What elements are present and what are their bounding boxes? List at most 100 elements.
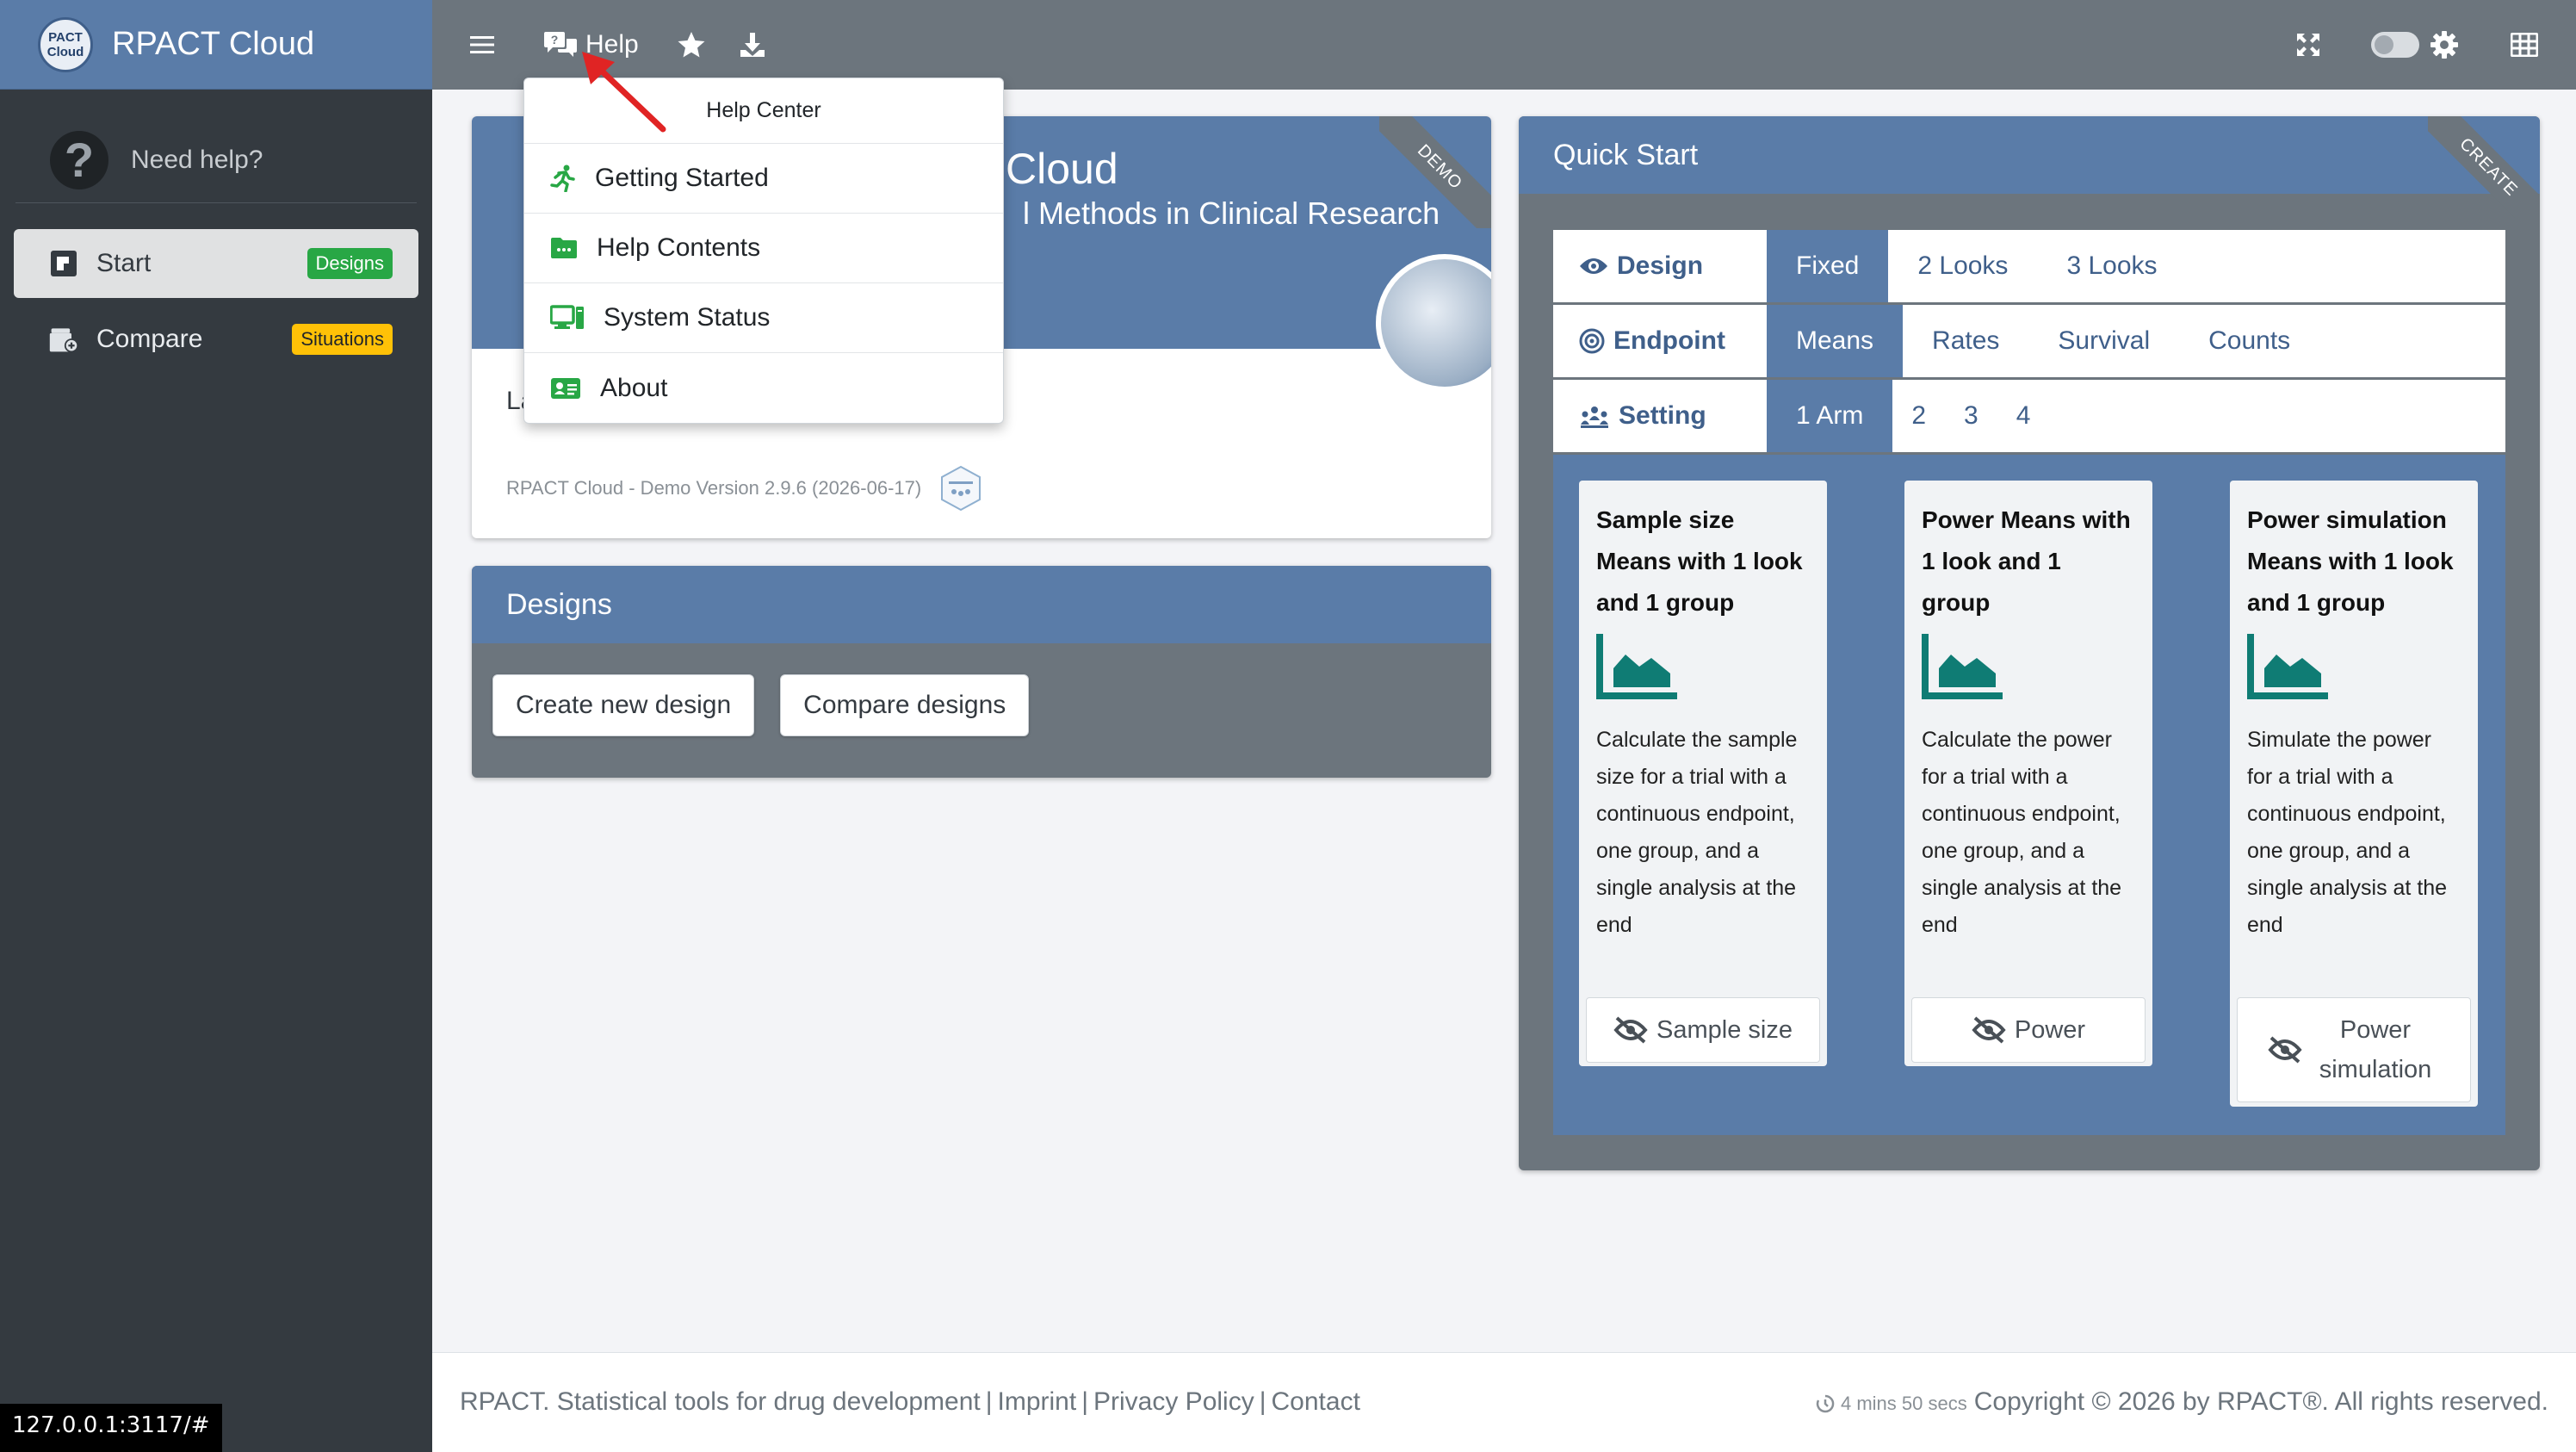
rpact-hex-logo xyxy=(941,465,981,512)
hamburger-menu-button[interactable] xyxy=(470,34,494,55)
sample-size-button[interactable]: Sample size xyxy=(1586,997,1820,1063)
timer-text: 4 mins 50 secs xyxy=(1841,1393,1967,1414)
privacy-policy-link[interactable]: Privacy Policy xyxy=(1093,1387,1254,1416)
eye-slash-icon xyxy=(1972,1016,2006,1044)
design-row-label: Design xyxy=(1553,251,1767,281)
menu-item-help-contents[interactable]: Help Contents xyxy=(524,214,1003,283)
red-arrow-annotation xyxy=(582,52,666,133)
tab-setting-4[interactable]: 4 xyxy=(1997,380,2050,452)
menu-item-system-status[interactable]: System Status xyxy=(524,283,1003,353)
footer: RPACT. Statistical tools for drug develo… xyxy=(432,1352,2576,1452)
quick-card-title: Sample size Means with 1 look and 1 grou… xyxy=(1596,506,1803,616)
create-ribbon: CREATE xyxy=(2428,116,2540,228)
favorites-button[interactable] xyxy=(677,31,706,59)
eye-icon xyxy=(1580,258,1607,274)
session-timer: 4 mins 50 secs xyxy=(1815,1393,1967,1415)
menu-item-getting-started[interactable]: Getting Started xyxy=(524,144,1003,214)
designs-title: Designs xyxy=(472,566,1491,643)
welcome-title: Cloud xyxy=(1006,145,1118,193)
setting-label: Setting xyxy=(1619,401,1706,430)
browser-status-url: 127.0.0.1:3117/# xyxy=(0,1404,222,1452)
toggle-knob xyxy=(2375,35,2393,54)
start-icon xyxy=(51,251,77,276)
svg-text:?: ? xyxy=(551,33,559,47)
gear-icon xyxy=(2430,31,2458,59)
download-button[interactable] xyxy=(739,31,766,59)
question-mark-icon: ? xyxy=(50,130,108,189)
demo-ribbon: DEMO xyxy=(1379,116,1491,228)
table-icon xyxy=(2511,33,2538,57)
power-button[interactable]: Power xyxy=(1911,997,2146,1063)
power-simulation-button[interactable]: Power simulation xyxy=(2237,997,2471,1102)
quick-card-description: Simulate the power for a trial with a co… xyxy=(2247,728,2448,937)
demo-ribbon-label: DEMO xyxy=(1379,116,1491,228)
quick-card-title: Power simulation Means with 1 look and 1… xyxy=(2247,506,2454,616)
star-icon xyxy=(678,32,705,58)
sidebar-item-compare[interactable]: Compare Situations xyxy=(14,305,418,374)
button-label: Power xyxy=(2014,1016,2086,1044)
id-card-icon xyxy=(551,377,580,399)
menu-item-about[interactable]: About xyxy=(524,353,1003,423)
desktop-icon xyxy=(550,305,584,329)
situations-badge: Situations xyxy=(292,324,393,355)
need-help-panel[interactable]: ? Need help? xyxy=(15,90,417,203)
quick-card-description: Calculate the sample size for a trial wi… xyxy=(1596,728,1798,937)
quick-card-sample-size: Sample size Means with 1 look and 1 grou… xyxy=(1579,481,1827,1066)
quick-start-card: Quick Start CREATE Design Fixed 2 Looks … xyxy=(1519,116,2540,1170)
grid-menu-button[interactable] xyxy=(2511,33,2538,57)
fullscreen-button[interactable] xyxy=(2295,32,2321,58)
version-info: RPACT Cloud - Demo Version 2.9.6 (2026-0… xyxy=(506,464,985,512)
button-label: Sample size xyxy=(1656,1016,1793,1044)
endpoint-row: Endpoint Means Rates Survival Counts xyxy=(1553,305,2505,377)
tab-design-fixed[interactable]: Fixed xyxy=(1767,230,1889,302)
tab-setting-3[interactable]: 3 xyxy=(1945,380,1997,452)
menu-item-label: About xyxy=(600,373,668,402)
quick-card-power-simulation: Power simulation Means with 1 look and 1… xyxy=(2230,481,2478,1107)
footer-links: RPACT. Statistical tools for drug develo… xyxy=(460,1387,1360,1416)
footer-tagline-link[interactable]: RPACT. Statistical tools for drug develo… xyxy=(460,1387,981,1416)
eye-slash-icon xyxy=(2268,1036,2302,1064)
tab-setting-1-arm[interactable]: 1 Arm xyxy=(1767,380,1893,452)
tab-design-2-looks[interactable]: 2 Looks xyxy=(1888,230,2037,302)
compare-designs-button[interactable]: Compare designs xyxy=(780,674,1030,736)
create-ribbon-label: CREATE xyxy=(2428,116,2540,228)
tab-endpoint-rates[interactable]: Rates xyxy=(1903,305,2028,377)
folder-icon xyxy=(551,238,577,258)
people-group-icon xyxy=(1581,406,1608,428)
eye-slash-icon xyxy=(1613,1016,1648,1044)
theme-toggle[interactable] xyxy=(2371,32,2419,58)
topbar-right-controls xyxy=(2295,0,2576,90)
quick-card-power: Power Means with 1 look and 1 group Calc… xyxy=(1904,481,2152,1066)
button-line: Power simulation xyxy=(2268,1010,2440,1089)
need-help-label: Need help? xyxy=(131,145,263,174)
setting-row: Setting 1 Arm 2 3 4 xyxy=(1553,380,2505,452)
target-icon xyxy=(1579,328,1605,354)
compare-icon xyxy=(49,328,79,353)
menu-item-label: Help Contents xyxy=(597,233,761,262)
tab-endpoint-survival[interactable]: Survival xyxy=(2028,305,2179,377)
area-chart-icon xyxy=(1922,634,2003,699)
tab-setting-2[interactable]: 2 xyxy=(1892,380,1945,452)
copyright: Copyright © 2026 by RPACT®. All rights r… xyxy=(1973,1387,2548,1416)
brand[interactable]: PACT Cloud RPACT Cloud xyxy=(0,0,432,90)
tab-endpoint-means[interactable]: Means xyxy=(1767,305,1904,377)
sidebar-item-start[interactable]: Start Designs xyxy=(14,229,418,298)
area-chart-icon xyxy=(1596,634,1677,699)
logo-line-2: Cloud xyxy=(46,44,84,59)
sidebar-item-label: Compare xyxy=(96,325,203,353)
brand-logo: PACT Cloud xyxy=(38,16,93,72)
sidebar-item-label: Start xyxy=(96,249,152,277)
tab-design-3-looks[interactable]: 3 Looks xyxy=(2037,230,2186,302)
settings-button[interactable] xyxy=(2430,30,2459,59)
expand-icon xyxy=(2297,34,2319,56)
contact-link[interactable]: Contact xyxy=(1272,1387,1360,1416)
design-row: Design Fixed 2 Looks 3 Looks xyxy=(1553,230,2505,302)
imprint-link[interactable]: Imprint xyxy=(998,1387,1077,1416)
hamburger-icon xyxy=(470,36,494,53)
tab-endpoint-counts[interactable]: Counts xyxy=(2179,305,2319,377)
setting-row-label: Setting xyxy=(1553,401,1767,431)
create-new-design-button[interactable]: Create new design xyxy=(492,674,755,736)
button-label: Power simulation xyxy=(2319,1016,2432,1083)
download-icon xyxy=(740,33,765,57)
running-person-icon xyxy=(550,164,575,192)
